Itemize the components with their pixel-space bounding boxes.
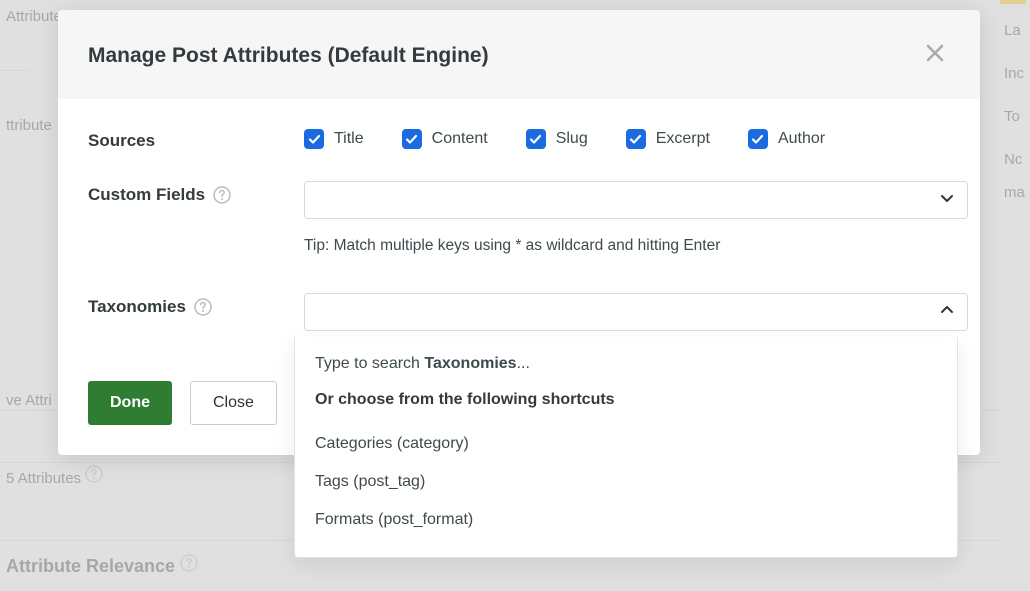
checkbox-checked-icon [402,129,422,149]
check-excerpt[interactable]: Excerpt [626,129,710,149]
custom-fields-control: Tip: Match multiple keys using * as wild… [304,181,968,255]
modal-header: Manage Post Attributes (Default Engine) [58,10,980,99]
chevron-down-icon [939,190,955,211]
close-button[interactable]: Close [190,381,277,425]
dd-search-bold: Taxonomies [424,355,516,372]
check-label: Slug [556,130,588,148]
custom-fields-combobox[interactable] [304,181,968,219]
taxonomies-label-text: Taxonomies [88,297,186,317]
dropdown-search-hint[interactable]: Type to search Taxonomies... [315,355,937,373]
checkbox-checked-icon [748,129,768,149]
check-label: Excerpt [656,130,710,148]
custom-fields-tip: Tip: Match multiple keys using * as wild… [304,237,968,255]
taxonomies-dropdown: Type to search Taxonomies... Or choose f… [294,337,958,558]
check-label: Author [778,130,825,148]
checkbox-checked-icon [304,129,324,149]
custom-fields-label-text: Custom Fields [88,185,205,205]
done-button[interactable]: Done [88,381,172,425]
close-icon[interactable] [920,38,950,73]
check-label: Title [334,130,364,148]
modal-title: Manage Post Attributes (Default Engine) [88,44,489,68]
modal-body: Sources Title Content Slug Excerpt [58,99,980,361]
taxonomies-label: Taxonomies [88,293,304,317]
sources-label-text: Sources [88,131,155,151]
checkbox-checked-icon [526,129,546,149]
sources-label: Sources [88,127,304,151]
dropdown-item-formats[interactable]: Formats (post_format) [315,501,937,539]
taxonomies-row: Taxonomies [88,293,950,331]
dd-search-prefix: Type to search [315,355,424,372]
help-icon[interactable] [194,298,212,316]
dropdown-item-tags[interactable]: Tags (post_tag) [315,463,937,501]
custom-fields-row: Custom Fields Tip: Match multiple keys u… [88,181,950,255]
sources-checks: Title Content Slug Excerpt Author [304,127,825,149]
help-icon[interactable] [213,186,231,204]
check-title[interactable]: Title [304,129,364,149]
chevron-up-icon [939,302,955,323]
check-slug[interactable]: Slug [526,129,588,149]
dd-search-suffix: ... [517,355,530,372]
taxonomies-combobox[interactable] [304,293,968,331]
taxonomies-control [304,293,968,331]
check-label: Content [432,130,488,148]
dropdown-item-categories[interactable]: Categories (category) [315,425,937,463]
sources-row: Sources Title Content Slug Excerpt [88,127,950,151]
check-content[interactable]: Content [402,129,488,149]
custom-fields-label: Custom Fields [88,181,304,205]
checkbox-checked-icon [626,129,646,149]
check-author[interactable]: Author [748,129,825,149]
dropdown-heading: Or choose from the following shortcuts [315,391,937,409]
